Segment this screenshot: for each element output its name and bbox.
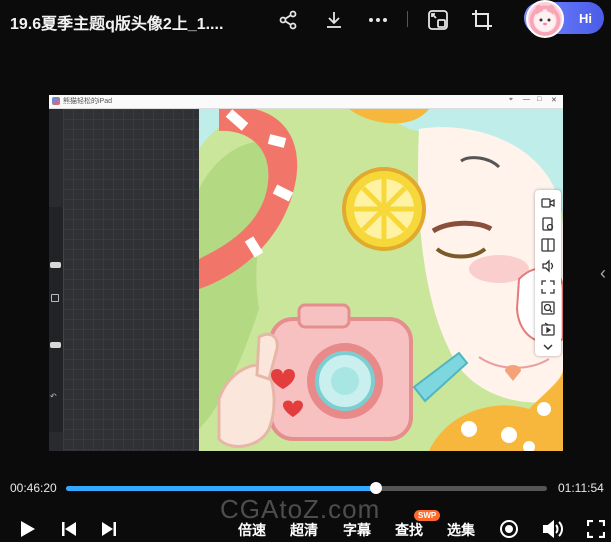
zoom-icon[interactable] [539,299,557,317]
minimize-icon: — [523,96,530,103]
modify-square-icon [51,294,59,302]
volume-button[interactable] [540,516,566,542]
side-toolbar [535,190,561,356]
more-icon[interactable] [366,8,390,32]
download-icon[interactable] [322,8,346,32]
fullscreen-icon[interactable] [584,516,608,542]
assistant-avatar[interactable] [526,0,564,38]
video-record-icon[interactable] [539,194,557,212]
undo-icon: ↶ [50,392,57,401]
current-time: 00:46:20 [10,481,57,495]
previous-button[interactable] [56,516,82,542]
top-bar: 19.6夏季主题q版头像2上_1.... Hi [0,0,611,40]
illustration [199,109,563,451]
brush-size-slider [50,262,61,268]
quality-button[interactable]: 超清 [290,520,318,540]
next-button[interactable] [96,516,122,542]
danmaku-icon[interactable] [497,516,521,542]
search-button[interactable]: 查找 [395,520,423,540]
progress-knob[interactable] [370,482,382,494]
total-time: 01:11:54 [558,481,604,495]
app-logo-icon [52,97,60,105]
search-badge: SWP [414,510,441,521]
fullscreen-window-icon[interactable] [470,8,494,32]
pip-icon[interactable] [426,8,450,32]
window-titlebar: 熊猫轻松的iPad ⌖ — □ ✕ [49,95,563,109]
episodes-button[interactable]: 选集 [447,520,475,540]
pin-icon: ⌖ [509,96,513,103]
chevron-down-icon[interactable] [539,338,557,356]
assistant-label: Hi [579,10,592,26]
maximize-icon: □ [537,96,542,103]
speed-button[interactable]: 倍速 [238,520,266,540]
video-title: 19.6夏季主题q版头像2上_1.... [10,16,224,33]
app-tool-rail: ↶ [49,207,64,432]
toolbar-divider [407,11,408,27]
panel-expand-icon[interactable]: ‹ [600,262,611,284]
window-title: 熊猫轻松的iPad [63,98,113,105]
opacity-slider [50,342,61,348]
expand-icon[interactable] [539,278,557,296]
play-button[interactable] [14,516,40,542]
progress-fill [66,486,376,491]
tv-icon[interactable] [539,320,557,338]
screenshot-icon[interactable] [539,215,557,233]
volume-icon[interactable] [539,257,557,275]
share-icon[interactable] [276,8,300,32]
subtitle-button[interactable]: 字幕 [343,520,371,540]
video-frame[interactable]: 熊猫轻松的iPad ⌖ — □ ✕ ↶ [49,95,563,451]
canvas-grid [63,109,199,451]
close-icon: ✕ [551,97,557,104]
split-icon[interactable] [539,236,557,254]
